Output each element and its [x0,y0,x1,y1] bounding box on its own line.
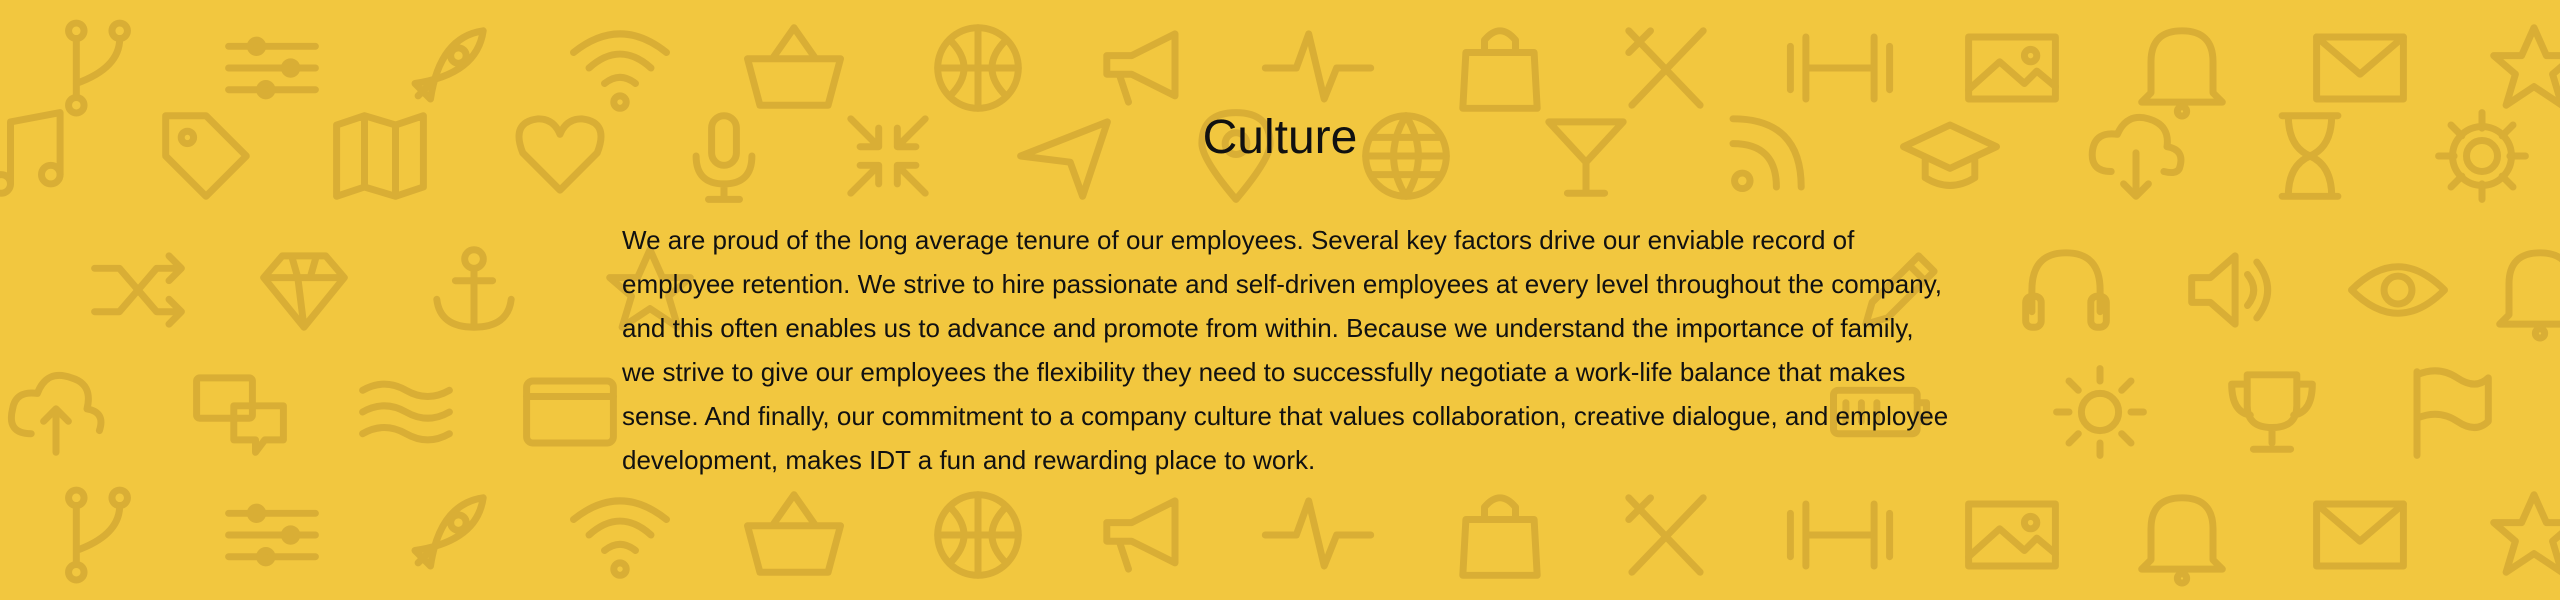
culture-section: Culture We are proud of the long average… [0,0,2560,600]
culture-content: Culture We are proud of the long average… [0,0,2560,600]
section-body: We are proud of the long average tenure … [622,225,1949,475]
section-title: Culture [1202,111,1358,164]
